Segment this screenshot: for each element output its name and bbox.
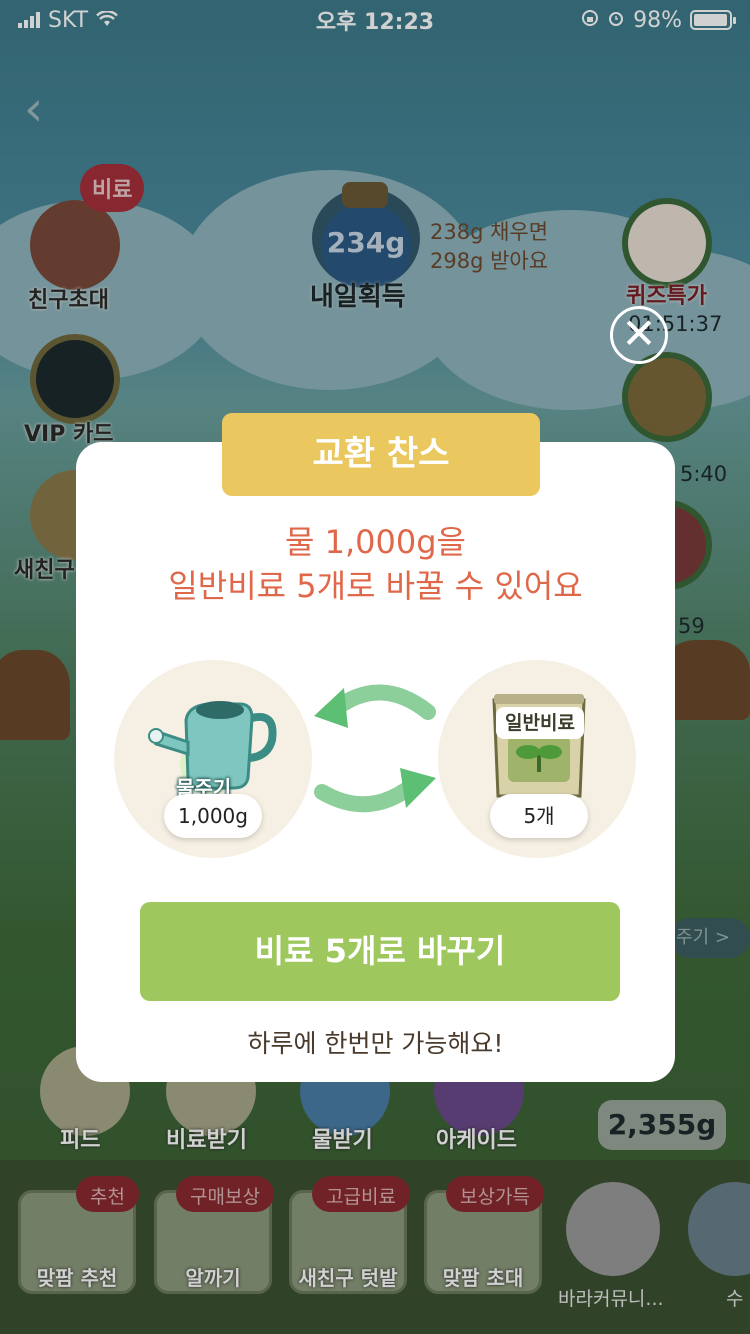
modal-message: 물 1,000g을 일반비료 5개로 바꿀 수 있어요 bbox=[76, 520, 675, 608]
water-amount-badge: 1,000g bbox=[164, 794, 262, 838]
modal-title: 교환 찬스 bbox=[222, 413, 540, 496]
fertilizer-item-label: 일반비료 bbox=[496, 707, 584, 739]
modal-message-line1: 물 1,000g을 bbox=[285, 523, 466, 561]
exchange-button[interactable]: 비료 5개로 바꾸기 bbox=[140, 902, 620, 1001]
close-button[interactable]: ✕ bbox=[610, 306, 668, 364]
modal-message-line2: 일반비료 5개로 바꿀 수 있어요 bbox=[168, 567, 583, 605]
exchange-arrows-icon bbox=[310, 680, 440, 820]
fertilizer-count-badge: 5개 bbox=[490, 794, 588, 838]
daily-limit-note: 하루에 한번만 가능해요! bbox=[247, 1029, 504, 1058]
